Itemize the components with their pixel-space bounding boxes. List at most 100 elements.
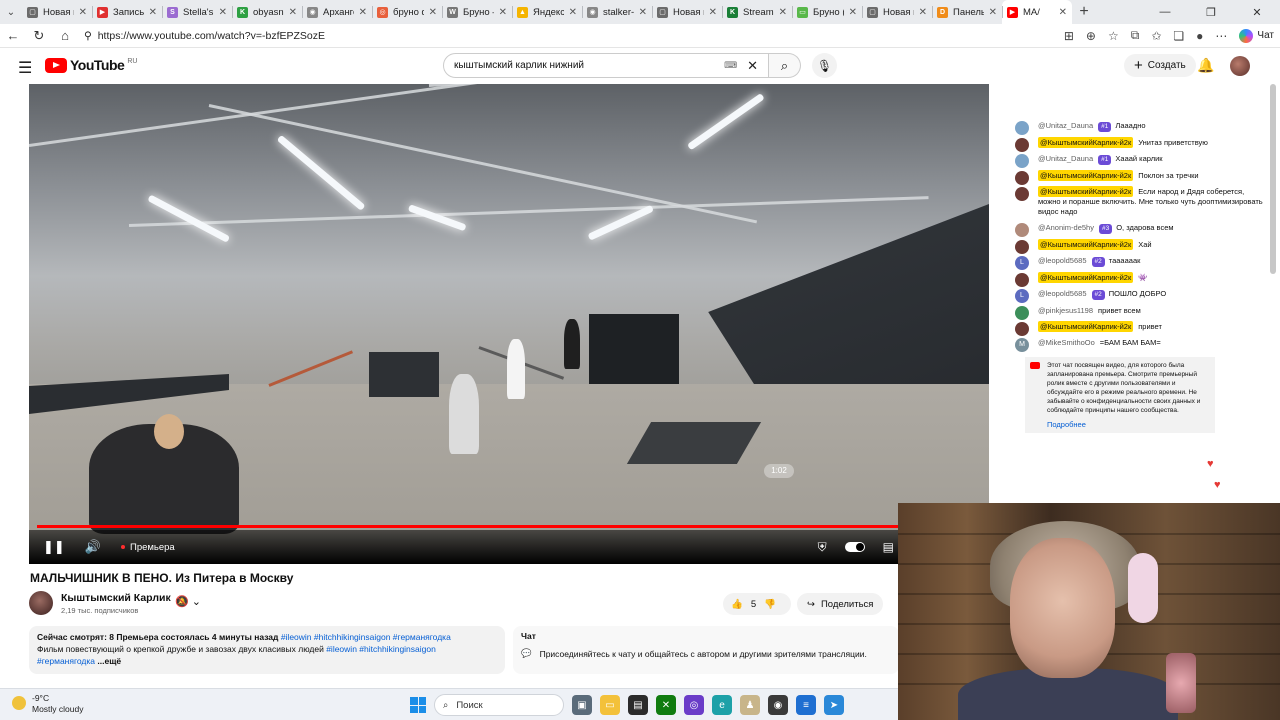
close-window-icon[interactable]: ✕ — [1234, 6, 1280, 19]
description-last-tag[interactable]: #германягодка — [37, 656, 95, 666]
voice-search-button[interactable]: 🎙 — [812, 53, 837, 78]
chat-author[interactable]: @КыштымскийКарлик-й2к — [1038, 137, 1134, 148]
chat-avatar[interactable] — [1015, 223, 1029, 237]
new-tab-button[interactable]: + — [1072, 3, 1096, 21]
tab-actions-icon[interactable]: ⌄ — [0, 0, 22, 24]
browser-tab[interactable]: Kobyasnit ✕ — [232, 0, 302, 24]
channel-avatar[interactable] — [29, 591, 53, 615]
tab-close-icon[interactable]: ✕ — [989, 7, 997, 18]
description-more[interactable]: ...ещё — [97, 656, 121, 666]
description-inline-tags[interactable]: #ileowin #hitchhikinginsaigon — [326, 644, 436, 654]
weather-widget[interactable]: -9°C Mostly cloudy — [12, 693, 84, 715]
taskbar-search[interactable]: ⌕ Поиск — [434, 694, 564, 716]
browser-tab[interactable]: ▶ Запись л ✕ — [92, 0, 162, 24]
volume-icon[interactable]: 🔊 — [85, 539, 101, 555]
chat-avatar[interactable] — [1015, 322, 1029, 336]
chat-author[interactable]: @КыштымскийКарлик-й2к — [1038, 272, 1134, 283]
youtube-logo[interactable]: YouTube RU — [45, 57, 137, 73]
back-icon[interactable]: ← — [6, 28, 20, 43]
browser-tab[interactable]: ▢ Новая вк ✕ — [652, 0, 722, 24]
progress-bar[interactable] — [37, 525, 981, 528]
clear-search-icon[interactable]: ✕ — [747, 58, 758, 74]
tab-close-icon[interactable]: ✕ — [919, 7, 927, 18]
chat-author[interactable]: @leopold5685 — [1038, 256, 1087, 265]
tab-close-icon[interactable]: ✕ — [849, 7, 857, 18]
channel-name[interactable]: Кыштымский Карлик — [61, 592, 171, 604]
search-input[interactable]: кыштымский карлик нижний ⌨ ✕ — [443, 53, 769, 78]
video-player[interactable]: 1:02 ❚❚ 🔊 Премьера ⛨ ▤ — [29, 84, 989, 564]
extensions-icon[interactable]: ⧉ — [1131, 28, 1140, 43]
notes-icon[interactable]: ≡ — [796, 695, 816, 715]
tab-close-icon[interactable]: ✕ — [219, 7, 227, 18]
chat-author[interactable]: @leopold5685 — [1038, 289, 1087, 298]
more-menu-icon[interactable]: ⋯ — [1215, 29, 1227, 43]
chat-preview-box[interactable]: Чат 💬 Присоединяйтесь к чату и общайтесь… — [513, 626, 899, 674]
tab-close-icon[interactable]: ✕ — [639, 7, 647, 18]
chat-author[interactable]: @КыштымскийКарлик-й2к — [1038, 170, 1134, 181]
chat-avatar[interactable] — [1015, 154, 1029, 168]
dislike-icon[interactable]: 👎 — [764, 599, 776, 610]
tab-close-icon[interactable]: ✕ — [289, 7, 297, 18]
notifications-icon[interactable]: 🔔 — [1197, 57, 1214, 74]
description-tags[interactable]: #ileowin #hitchhikinginsaigon #германяго… — [281, 632, 451, 642]
browser-tab[interactable]: ◎ бруно ф ✕ — [372, 0, 442, 24]
chat-avatar[interactable]: M — [1015, 338, 1029, 352]
menu-icon[interactable]: ☰ — [18, 58, 32, 78]
chat-avatar[interactable] — [1015, 138, 1029, 152]
chat-author[interactable]: @MikeSmithoOo — [1038, 338, 1095, 347]
copilot-chat-button[interactable]: Чат — [1239, 28, 1274, 43]
minimize-icon[interactable]: — — [1142, 6, 1188, 19]
profile-icon[interactable]: ● — [1196, 29, 1203, 43]
autoplay-toggle[interactable] — [844, 542, 865, 552]
task-view-icon[interactable]: ▣ — [572, 695, 592, 715]
obs-icon[interactable]: ◉ — [768, 695, 788, 715]
chat-avatar[interactable] — [1015, 273, 1029, 287]
browser-tab[interactable]: ▶ МА/ ✕ — [1002, 0, 1072, 24]
xbox-icon[interactable]: ✕ — [656, 695, 676, 715]
browser-tab[interactable]: D Панель у ✕ — [932, 0, 1002, 24]
browser-tab[interactable]: S Stella's A ✕ — [162, 0, 232, 24]
reload-icon[interactable]: ↻ — [32, 28, 46, 44]
chat-avatar[interactable] — [1015, 187, 1029, 201]
chat-avatar[interactable] — [1015, 121, 1029, 135]
like-icon[interactable]: 👍 — [731, 599, 743, 610]
notice-more-link[interactable]: Подробнее — [1047, 420, 1209, 429]
subscription-bell-button[interactable]: 🔕 ⌄ — [175, 595, 201, 608]
url-field[interactable]: ⚲ https://www.youtube.com/watch?v=-bzfEP… — [84, 30, 325, 42]
chat-avatar[interactable]: L — [1015, 256, 1029, 270]
browser-tab[interactable]: ▢ Новая вкл ✕ — [22, 0, 92, 24]
chat-author[interactable]: @Unitaz_Dauna — [1038, 121, 1093, 130]
browser-tab[interactable]: ▢ Новая вк ✕ — [862, 0, 932, 24]
chat-author[interactable]: @Unitaz_Dauna — [1038, 154, 1093, 163]
telegram-icon[interactable]: ➤ — [824, 695, 844, 715]
account-avatar[interactable] — [1230, 56, 1250, 76]
favorite-icon[interactable]: ☆ — [1108, 29, 1119, 43]
chat-author[interactable]: @pinkjesus1198 — [1038, 306, 1093, 315]
edge-icon[interactable]: e — [712, 695, 732, 715]
app-icon[interactable]: ◎ — [684, 695, 704, 715]
shield-icon[interactable]: ⛨ — [818, 540, 827, 555]
zoom-icon[interactable]: ⊕ — [1086, 29, 1096, 43]
tab-close-icon[interactable]: ✕ — [709, 7, 717, 18]
chat-avatar[interactable] — [1015, 306, 1029, 320]
subtitles-icon[interactable]: ▤ — [883, 540, 894, 554]
chat-avatar[interactable] — [1015, 240, 1029, 254]
tab-close-icon[interactable]: ✕ — [779, 7, 787, 18]
terminal-icon[interactable]: ▤ — [628, 695, 648, 715]
search-button[interactable]: ⌕ — [769, 53, 801, 78]
chat-author[interactable]: @КыштымскийКарлик-й2к — [1038, 239, 1134, 250]
description-box[interactable]: Сейчас смотрят: 8 Премьера состоялась 4 … — [29, 626, 505, 674]
browser-tab[interactable]: K Stream - ✕ — [722, 0, 792, 24]
share-button[interactable]: ↪ Поделиться — [797, 593, 884, 615]
chat-author[interactable]: @Anonim-de5hy — [1038, 223, 1094, 232]
site-info-icon[interactable]: ⚲ — [84, 30, 92, 42]
pause-icon[interactable]: ❚❚ — [43, 539, 65, 555]
tab-close-icon[interactable]: ✕ — [1059, 7, 1067, 18]
tab-close-icon[interactable]: ✕ — [499, 7, 507, 18]
page-scrollbar[interactable] — [1270, 84, 1276, 274]
start-icon[interactable] — [410, 697, 426, 713]
chat-author[interactable]: @КыштымскийКарлик-й2к — [1038, 186, 1134, 197]
tab-close-icon[interactable]: ✕ — [359, 7, 367, 18]
tab-close-icon[interactable]: ✕ — [429, 7, 437, 18]
browser-tab[interactable]: ◉ stalker-2 ✕ — [582, 0, 652, 24]
